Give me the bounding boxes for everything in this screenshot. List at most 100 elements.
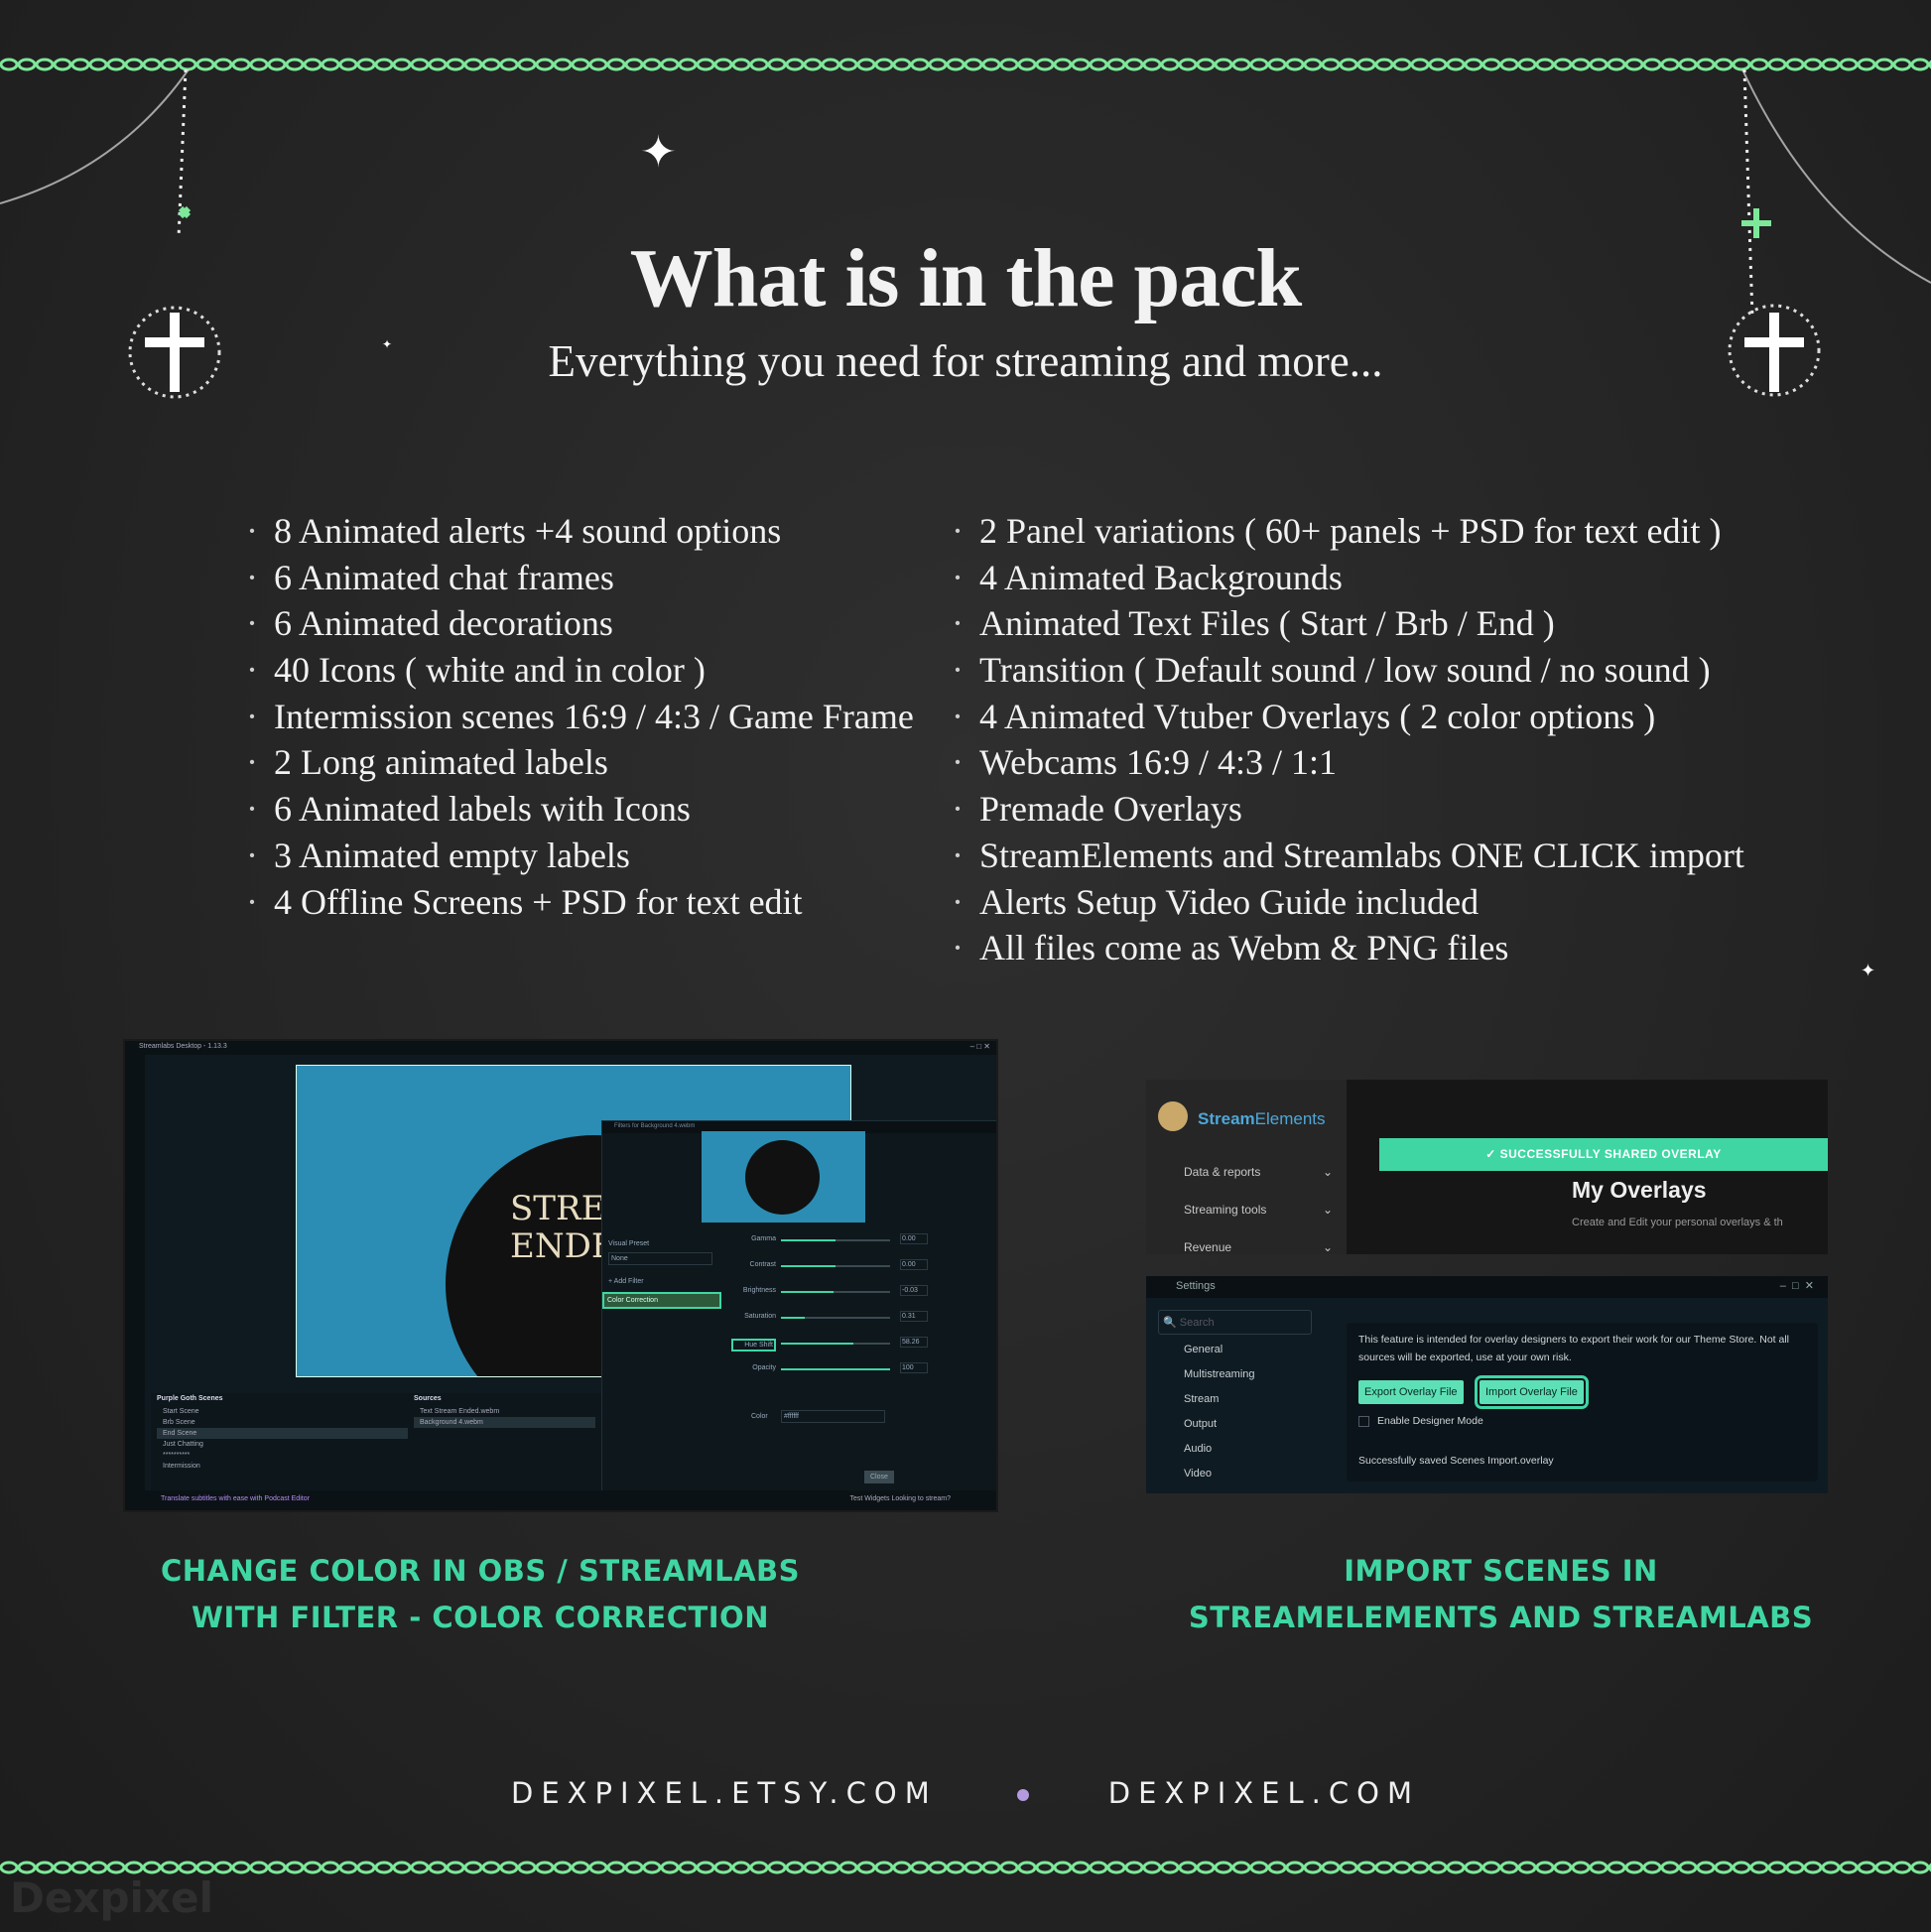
slider-label: Brightness [742,1287,776,1294]
scene-item[interactable]: Intermission [157,1461,428,1472]
slider-value-input[interactable]: 0.31 [900,1311,928,1322]
chain-link [696,58,715,71]
slider-brightness[interactable] [781,1291,890,1293]
source-item[interactable]: Background 4.webm [414,1417,595,1428]
chain-link [767,1861,787,1874]
chain-link [678,58,698,71]
window-controls-icon[interactable]: – □ ✕ [1780,1279,1814,1292]
chain-link [606,58,626,71]
chain-link [410,58,430,71]
add-filter-button[interactable]: + Add Filter [608,1278,644,1285]
chain-link [946,1861,966,1874]
color-input[interactable]: #ffffff [781,1410,885,1423]
chain-link [946,58,966,71]
chain-link [874,58,894,71]
slider-value-input[interactable]: 0.00 [900,1259,928,1270]
footer-link-etsy[interactable]: DEXPIXEL.ETSY.COM [511,1776,938,1810]
chain-link [588,1861,608,1874]
color-label: Color [751,1413,768,1420]
slider-hue-shift[interactable] [781,1343,890,1345]
chain-link [1892,1861,1912,1874]
chain-link [1321,1861,1341,1874]
chain-link [124,1861,144,1874]
export-overlay-button[interactable]: Export Overlay File [1358,1380,1464,1404]
scene-item[interactable]: Just Chatting [157,1439,428,1450]
source-item[interactable]: Text Stream Ended.webm [414,1406,595,1417]
slider-value-input[interactable]: 100 [900,1362,928,1373]
settings-nav-general[interactable]: General [1184,1344,1223,1355]
chain-link [1285,1861,1305,1874]
slider-value-input[interactable]: 58.26 [900,1337,928,1348]
chain-link [1571,58,1591,71]
slider-contrast[interactable] [781,1265,890,1267]
visual-preset-select[interactable]: None [608,1252,712,1265]
chain-link [821,58,840,71]
settings-title: Settings [1176,1280,1216,1292]
slider-gamma[interactable] [781,1239,890,1241]
status-links[interactable]: Test Widgets Looking to stream? [849,1495,951,1502]
filter-item-color-correction[interactable]: Color Correction [602,1292,721,1309]
chain-link [1428,1861,1448,1874]
chain-link [356,1861,376,1874]
chain-link [660,1861,680,1874]
chain-link [267,58,287,71]
chain-link [428,58,448,71]
chain-link [463,1861,483,1874]
chain-link [1624,1861,1644,1874]
footer-link-site[interactable]: DEXPIXEL.COM [1108,1776,1420,1810]
overlays-heading: My Overlays [1572,1177,1707,1203]
chain-link [964,1861,983,1874]
slider-value-input[interactable]: 0.00 [900,1233,928,1244]
chain-link [392,1861,412,1874]
se-nav-streaming-tools[interactable]: Streaming tools ⌄ [1184,1203,1333,1217]
settings-search-input[interactable]: 🔍 Search [1158,1310,1312,1335]
chain-link [892,1861,912,1874]
chain-link [1267,58,1287,71]
import-overlay-button[interactable]: Import Overlay File [1475,1375,1589,1409]
chain-link [1035,58,1055,71]
chain-link [642,1861,662,1874]
chain-link [499,1861,519,1874]
scene-item[interactable]: End Scene [157,1428,428,1439]
se-brand: StreamElements [1198,1109,1326,1128]
chain-link [1231,58,1251,71]
chain-link [1785,1861,1805,1874]
chain-link [1178,58,1198,71]
chain-link [481,58,501,71]
chain-link [910,1861,930,1874]
chain-link [195,1861,215,1874]
chain-link [1267,1861,1287,1874]
se-nav-data-reports[interactable]: Data & reports ⌄ [1184,1165,1333,1179]
scene-item[interactable]: ********** [157,1450,428,1461]
chain-link [1214,58,1233,71]
settings-nav-output[interactable]: Output [1184,1418,1217,1430]
filters-window: Filters for Background 4.webm Visual Pre… [601,1120,996,1497]
chain-link [1678,1861,1698,1874]
settings-nav-multistreaming[interactable]: Multistreaming [1184,1368,1255,1380]
chain-link [1249,58,1269,71]
chain-link [1053,1861,1073,1874]
chain-link [53,1861,72,1874]
close-button[interactable]: Close [864,1471,894,1483]
window-title: Streamlabs Desktop - 1.13.3 [139,1043,227,1050]
slider-opacity[interactable] [781,1368,890,1370]
designer-mode-checkbox[interactable]: Enable Designer Mode [1358,1412,1815,1430]
promo-link[interactable]: Translate subtitles with ease with Podca… [161,1495,310,1502]
settings-nav-video[interactable]: Video [1184,1468,1212,1480]
feature-item: 8 Animated alerts +4 sound options [246,508,914,555]
scene-item[interactable]: Brb Scene [157,1417,428,1428]
page-title: What is in the pack [629,232,1302,324]
chain-link [1392,58,1412,71]
chain-link [1106,58,1126,71]
feature-item: StreamElements and Streamlabs ONE CLICK … [952,833,1744,879]
chain-link [285,1861,305,1874]
settings-nav-audio[interactable]: Audio [1184,1443,1212,1455]
scene-item[interactable]: Start Scene [157,1406,428,1417]
slider-value-input[interactable]: -0.03 [900,1285,928,1296]
settings-nav-stream[interactable]: Stream [1184,1393,1219,1405]
slider-saturation[interactable] [781,1317,890,1319]
se-nav-revenue[interactable]: Revenue ⌄ [1184,1240,1333,1254]
settings-titlebar: Settings – □ ✕ [1146,1276,1828,1298]
chain-link [767,58,787,71]
chain-link [1071,1861,1091,1874]
